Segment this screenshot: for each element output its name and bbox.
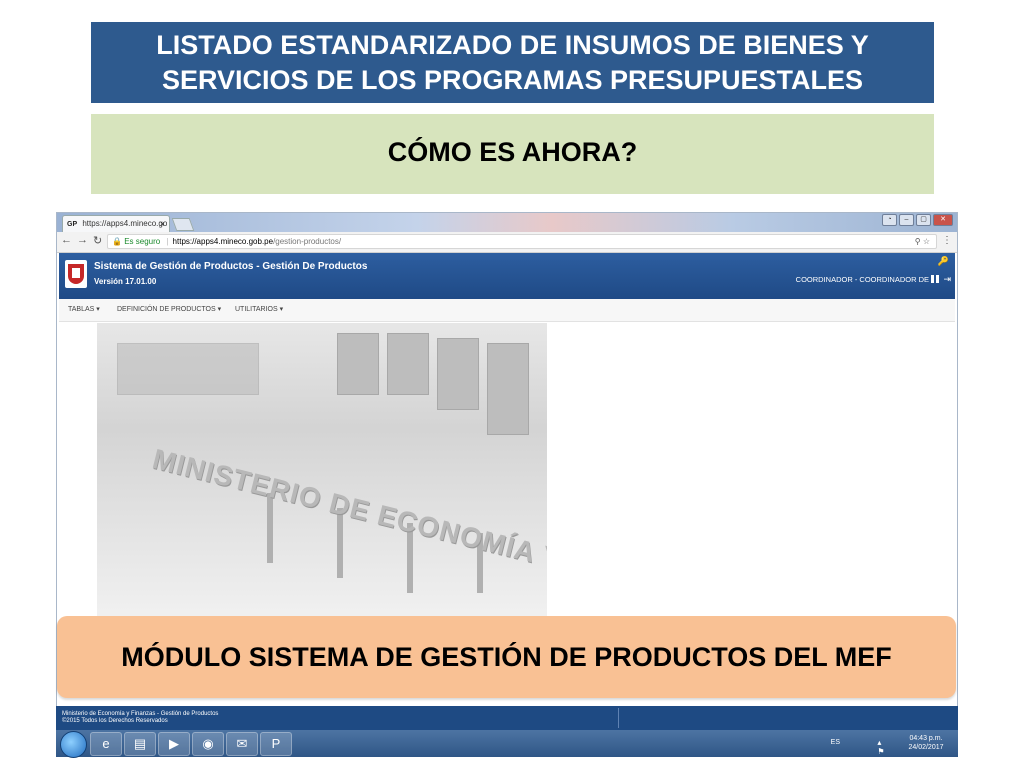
outlook-icon[interactable]: ✉	[226, 732, 258, 756]
app-version: Versión 17.01.00	[94, 277, 157, 286]
footer-divider	[618, 708, 619, 728]
app-menu: TABLAS ▾ DEFINICIÓN DE PRODUCTOS ▾ UTILI…	[59, 299, 955, 322]
maximize-button[interactable]: ▢	[916, 214, 931, 226]
slide-subtitle-text: CÓMO ES AHORA?	[387, 136, 638, 167]
slide-title-line-1: LISTADO ESTANDARIZADO DE INSUMOS DE BIEN…	[156, 29, 869, 60]
chrome-icon[interactable]: ◉	[192, 732, 224, 756]
tray-icons[interactable]: ▴ ⚑ ▭ ◂)	[877, 738, 892, 774]
tab-close-icon[interactable]: ×	[160, 216, 165, 232]
menu-utilitarios[interactable]: UTILITARIOS ▾	[235, 305, 283, 313]
url-input[interactable]: 🔒 Es seguro | https://apps4.mineco.gob.pe…	[107, 234, 937, 249]
internet-explorer-icon[interactable]: e	[90, 732, 122, 756]
footer-line-2: ©2015 Todos los Derechos Reservados	[62, 718, 168, 724]
media-player-icon[interactable]: ▶	[158, 732, 190, 756]
minimize-button[interactable]: –	[899, 214, 914, 226]
module-callout: MÓDULO SISTEMA DE GESTIÓN DE PRODUCTOS D…	[57, 616, 956, 698]
clock-date: 24/02/2017	[908, 744, 944, 751]
key-icon[interactable]: 🔑	[938, 256, 949, 267]
forward-icon[interactable]: →	[77, 234, 88, 246]
close-window-button[interactable]: ✕	[933, 214, 953, 226]
bookmark-star-icon[interactable]: ⚲ ☆	[915, 235, 930, 249]
url-host: https://apps4.mineco.gob.pe	[172, 237, 274, 246]
browser-menu-icon[interactable]: ⋮	[942, 235, 952, 246]
slide-title-line-2: SERVICIOS DE LOS PROGRAMAS PRESUPUESTALE…	[161, 64, 864, 95]
file-explorer-icon[interactable]: ▤	[124, 732, 156, 756]
windows-taskbar: e ▤ ▶ ◉ ✉ P ES ▴ ⚑ ▭ ◂) 04:43 p.m. 24/02…	[56, 730, 958, 774]
slide-title: LISTADO ESTANDARIZADO DE INSUMOS DE BIEN…	[91, 22, 934, 103]
language-indicator[interactable]: ES	[831, 739, 840, 746]
powerpoint-icon[interactable]: P	[260, 732, 292, 756]
url-separator: |	[166, 237, 169, 246]
start-button[interactable]	[60, 731, 87, 758]
user-icon[interactable]: ◔	[882, 214, 897, 226]
ministry-building-watermark: MINISTERIO DE ECONOMÍA Y FINANZAS	[97, 323, 547, 623]
menu-tablas[interactable]: TABLAS ▾	[68, 305, 100, 313]
lock-icon: 🔒	[112, 237, 122, 246]
clock-time: 04:43 p.m.	[909, 735, 943, 742]
app-title: Sistema de Gestión de Productos - Gestió…	[94, 261, 368, 272]
menu-definicion-productos[interactable]: DEFINICIÓN DE PRODUCTOS ▾	[117, 305, 221, 313]
browser-tab-label: https://apps4.mineco.go	[82, 219, 168, 228]
grid-icon[interactable]	[931, 275, 939, 283]
reload-icon[interactable]: ↻	[93, 234, 102, 247]
url-path: /gestion-productos/	[273, 237, 342, 246]
footer-line-1: Ministerio de Economía y Finanzas - Gest…	[62, 711, 219, 717]
clock[interactable]: 04:43 p.m. 24/02/2017	[906, 734, 946, 752]
window-controls: ◔ – ▢ ✕	[882, 214, 953, 226]
app-header: Sistema de Gestión de Productos - Gestió…	[59, 253, 955, 299]
favicon-icon: GP	[67, 221, 78, 228]
browser-tab[interactable]: GP https://apps4.mineco.go ×	[62, 215, 170, 232]
slide-subtitle: CÓMO ES AHORA?	[91, 114, 934, 194]
address-bar: ← → ↻ 🔒 Es seguro | https://apps4.mineco.…	[57, 232, 957, 253]
module-callout-text: MÓDULO SISTEMA DE GESTIÓN DE PRODUCTOS D…	[121, 641, 892, 672]
back-icon[interactable]: ←	[61, 234, 72, 246]
user-role: COORDINADOR - COORDINADOR DE	[795, 275, 929, 284]
app-footer: Ministerio de Economía y Finanzas - Gest…	[56, 706, 958, 730]
coat-of-arms-logo	[65, 260, 87, 288]
secure-label: Es seguro	[124, 237, 161, 246]
new-tab-button[interactable]	[171, 218, 195, 231]
logout-icon[interactable]: ⇥	[943, 274, 951, 285]
browser-tab-bar: GP https://apps4.mineco.go × ◔ – ▢ ✕	[57, 213, 957, 232]
